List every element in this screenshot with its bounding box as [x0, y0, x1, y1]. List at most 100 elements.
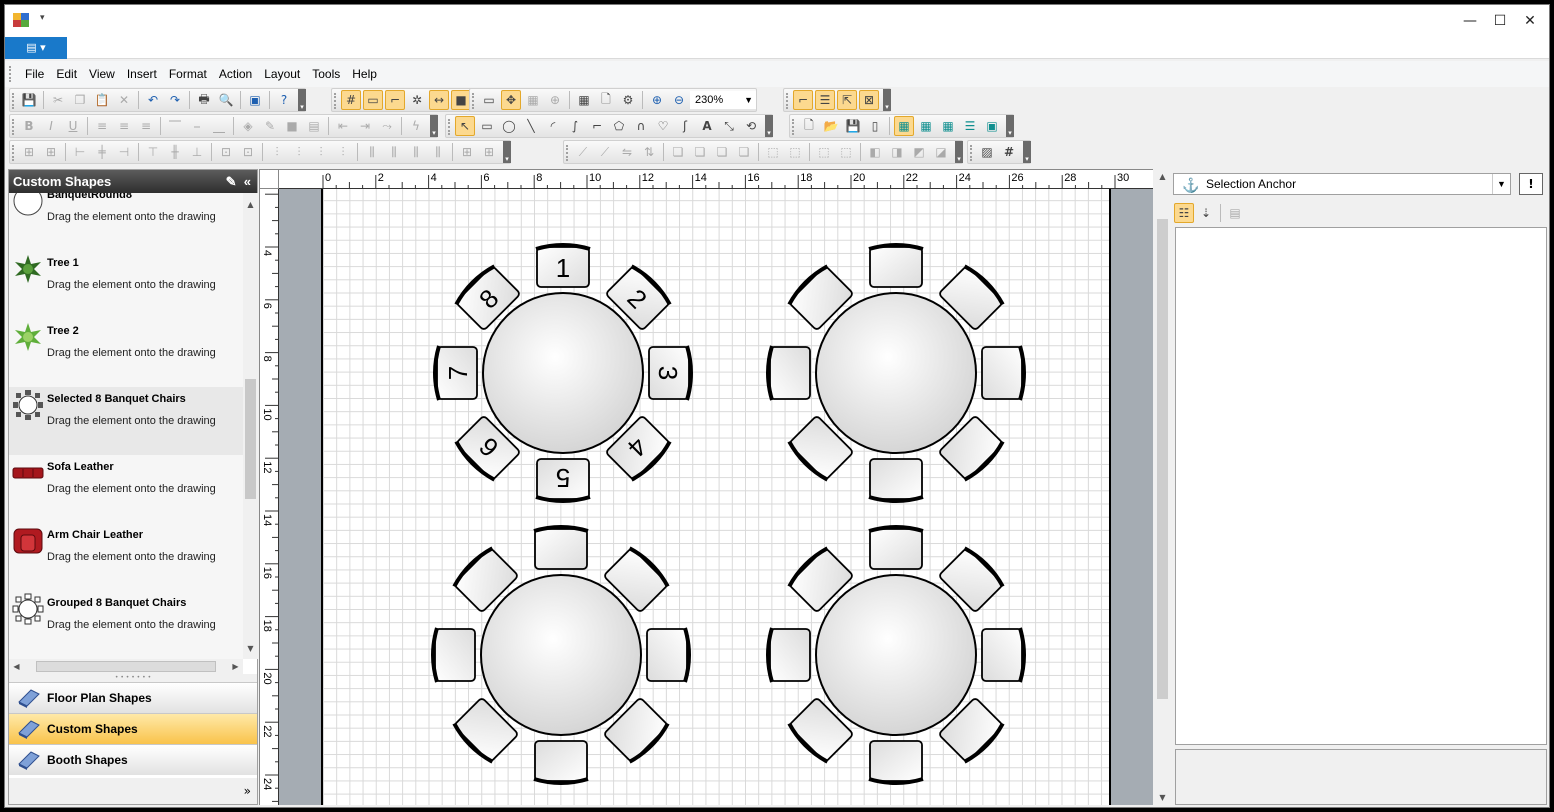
save-page-icon[interactable]: 💾 — [843, 116, 863, 136]
zoom-in-icon[interactable]: ⊕ — [647, 90, 667, 110]
align-icon[interactable]: ╫ — [165, 142, 185, 162]
shadow-icon[interactable]: ■ — [451, 90, 471, 110]
pointer-tool-icon[interactable]: ↖ — [455, 116, 475, 136]
chair[interactable] — [981, 627, 1026, 683]
align-icon[interactable]: ⊣ — [114, 142, 134, 162]
ellipse-tool-icon[interactable]: ◯ — [499, 116, 519, 136]
scroll-down-icon[interactable]: ▼ — [243, 641, 258, 656]
settings-gear-icon[interactable]: ⚙ — [618, 90, 638, 110]
order-icon[interactable]: ❏ — [690, 142, 710, 162]
hscroll-thumb[interactable] — [36, 661, 216, 672]
open-icon[interactable]: 📂 — [821, 116, 841, 136]
close-button[interactable]: ✕ — [1515, 9, 1545, 33]
menu-insert[interactable]: Insert — [127, 67, 165, 81]
property-pages-button[interactable]: ! — [1519, 173, 1543, 195]
space-icon[interactable]: ⫶ — [289, 142, 309, 162]
rotate-icon[interactable]: ⟋ — [595, 142, 615, 162]
space-icon[interactable]: ⫼ — [384, 142, 404, 162]
chair[interactable] — [766, 345, 811, 401]
layout-2-icon[interactable]: ▦ — [916, 116, 936, 136]
shape-item-banquetround8[interactable]: BanquetRound8 Drag the element onto the … — [9, 193, 243, 251]
print-icon[interactable]: 🖶 — [194, 90, 214, 110]
layout-4-icon[interactable]: ☰ — [960, 116, 980, 136]
banquet-table[interactable] — [766, 525, 1026, 785]
paste-icon[interactable]: 📋 — [92, 90, 112, 110]
group-custom-shapes[interactable]: Custom Shapes — [9, 713, 257, 744]
quick-access-dropdown-icon[interactable]: ▾ — [40, 13, 45, 23]
group-icon[interactable]: ⬚ — [763, 142, 783, 162]
chair[interactable]: 5 — [535, 458, 591, 503]
collapse-panel-icon[interactable]: « — [244, 174, 251, 189]
align-icon[interactable]: ⊞ — [19, 142, 39, 162]
align-icon[interactable]: ⊞ — [41, 142, 61, 162]
banquet-table[interactable] — [766, 243, 1026, 503]
lasso-tool-icon[interactable]: ⟲ — [741, 116, 761, 136]
link-icon[interactable]: ⌐ — [793, 90, 813, 110]
flip-icon[interactable]: ⇋ — [617, 142, 637, 162]
rectangle-tool-icon[interactable]: ▭ — [477, 116, 497, 136]
space-icon[interactable]: ⫶ — [267, 142, 287, 162]
overview-icon[interactable]: ▦ — [523, 90, 543, 110]
order-icon[interactable]: ❏ — [668, 142, 688, 162]
merge-icon[interactable]: ◩ — [909, 142, 929, 162]
delete-icon[interactable]: ✕ — [114, 90, 134, 110]
layout-5-icon[interactable]: ▣ — [982, 116, 1002, 136]
scroll-right-icon[interactable]: ▶ — [228, 659, 243, 674]
line-tool-icon[interactable]: ╲ — [521, 116, 541, 136]
text-tool-icon[interactable]: A — [697, 116, 717, 136]
menu-bar-grip[interactable] — [9, 66, 12, 82]
scroll-up-icon[interactable]: ▲ — [243, 197, 258, 212]
help-icon[interactable]: ? — [274, 90, 294, 110]
zoom-out-icon[interactable]: ⊖ — [669, 90, 689, 110]
minimize-button[interactable]: — — [1455, 9, 1485, 33]
union-icon[interactable]: ⬚ — [814, 142, 834, 162]
merge-icon[interactable]: ◪ — [931, 142, 951, 162]
move-icon[interactable]: ⇱ — [837, 90, 857, 110]
align-top-icon[interactable]: ⎺ — [165, 116, 185, 136]
save-icon[interactable]: 💾 — [19, 90, 39, 110]
property-pages-icon[interactable]: ▤ — [1225, 203, 1245, 223]
shape-list-scrollbar[interactable]: ▲ ▼ — [243, 193, 258, 659]
align-center-icon[interactable]: ≡ — [114, 116, 134, 136]
align-icon[interactable]: ⊥ — [187, 142, 207, 162]
chair[interactable]: 1 — [535, 243, 591, 288]
chair[interactable] — [533, 525, 589, 570]
menu-file[interactable]: File — [25, 67, 52, 81]
toolbar-overflow-icon[interactable]: ▾ — [430, 115, 438, 137]
arrow-end-icon[interactable]: ⇥ — [355, 116, 375, 136]
scroll-thumb[interactable] — [245, 379, 256, 499]
shape-item-grouped-8-banquet-chairs[interactable]: Grouped 8 Banquet Chairs Drag the elemen… — [9, 591, 243, 659]
polyline-tool-icon[interactable]: ⌐ — [587, 116, 607, 136]
chair[interactable] — [533, 740, 589, 785]
drawing-canvas[interactable]: 12345678 — [279, 189, 1153, 805]
chair[interactable] — [868, 740, 924, 785]
fit-width-icon[interactable]: ↔ — [429, 90, 449, 110]
property-grid[interactable] — [1175, 227, 1547, 745]
layers-icon[interactable]: ▭ — [479, 90, 499, 110]
pan-icon[interactable]: ✥ — [501, 90, 521, 110]
space-icon[interactable]: ⫼ — [362, 142, 382, 162]
canvas-scroll-thumb[interactable] — [1157, 219, 1168, 699]
align-icon[interactable]: ╪ — [92, 142, 112, 162]
toolbar-overflow-icon[interactable]: ▾ — [883, 89, 891, 111]
group-booth-shapes[interactable]: Booth Shapes — [9, 744, 257, 775]
round-table[interactable] — [815, 292, 977, 454]
center-icon[interactable]: ⊞ — [457, 142, 477, 162]
scroll-up-icon[interactable]: ▲ — [1155, 169, 1170, 184]
categorized-icon[interactable]: ☷ — [1174, 203, 1194, 223]
space-icon[interactable]: ⫼ — [406, 142, 426, 162]
line-style-icon[interactable]: ⤳ — [377, 116, 397, 136]
zoom-window-icon[interactable]: ⊕ — [545, 90, 565, 110]
align-icon[interactable]: ⊤ — [143, 142, 163, 162]
toolbar-overflow-icon[interactable]: ▾ — [503, 141, 511, 163]
toolbar-overflow-icon[interactable]: ▾ — [955, 141, 963, 163]
shape-list-hscrollbar[interactable]: ◀ ▶ — [9, 659, 243, 674]
banquet-table[interactable]: 12345678 — [433, 243, 693, 503]
align-right-icon[interactable]: ≡ — [136, 116, 156, 136]
merge-icon[interactable]: ◨ — [887, 142, 907, 162]
bold-icon[interactable]: B — [19, 116, 39, 136]
panel-splitter[interactable]: • • • • • • • — [9, 674, 257, 682]
snap-icon[interactable]: ✲ — [407, 90, 427, 110]
chair[interactable] — [868, 243, 924, 288]
space-icon[interactable]: ⫶ — [333, 142, 353, 162]
